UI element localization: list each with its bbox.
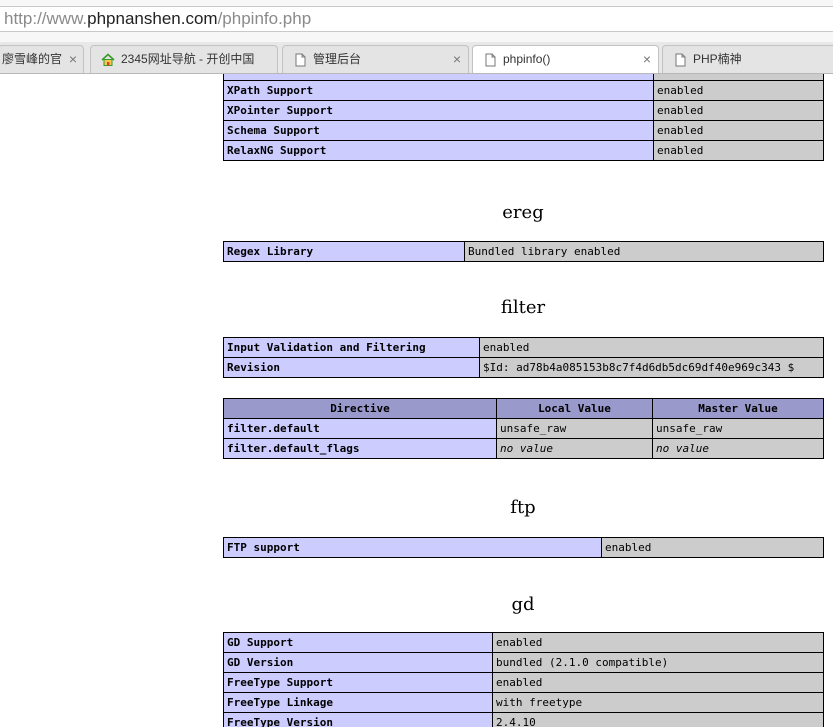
table-row: Revision $Id: ad78b4a085153b8c7f4d6db5dc6…: [223, 357, 824, 378]
table-row: Regex Library Bundled library enabled: [223, 241, 824, 262]
tab-label: PHP楠神: [693, 52, 742, 66]
filter-table: Input Validation and Filtering enabled Re…: [223, 337, 824, 378]
address-bar-area: http://www.phpnanshen.com/phpinfo.php: [0, 0, 833, 42]
page-icon: [485, 53, 496, 67]
table-row: GD Version bundled (2.1.0 compatible): [223, 652, 824, 673]
table-row: XPointer Support enabled: [223, 100, 824, 121]
table-row: RelaxNG Support enabled: [223, 140, 824, 161]
column-header: Local Value: [496, 398, 653, 419]
ereg-table: Regex Library Bundled library enabled: [223, 241, 824, 262]
tab-php-nanshen[interactable]: PHP楠神: [662, 45, 833, 73]
section-title-ereg: ereg: [502, 202, 544, 223]
gd-table: GD Support enabled GD Version bundled (2.1…: [223, 632, 824, 727]
page-icon: [295, 53, 306, 67]
table-row: XPath Support enabled: [223, 80, 824, 101]
tab-2345[interactable]: 2345网址导航 - 开创中国: [90, 45, 278, 73]
table-row: FreeType Linkage with freetype: [223, 692, 824, 713]
tab-label: 2345网址导航 - 开创中国: [121, 52, 255, 66]
table-row: Schema Support enabled: [223, 120, 824, 141]
close-tab-icon[interactable]: ×: [69, 46, 77, 73]
libxml-table: XPath Support enabled XPointer Support ena…: [223, 74, 824, 161]
tab-label: 管理后台: [313, 52, 362, 66]
filter-directives-table: Directive Local Value Master Value filte…: [223, 398, 824, 459]
column-header: Master Value: [652, 398, 824, 419]
table-row: FreeType Support enabled: [223, 672, 824, 693]
tab-liaoxuefeng[interactable]: 廖雪峰的官 ×: [0, 45, 84, 73]
table-row: filter.default unsafe_raw unsafe_raw: [223, 418, 824, 439]
section-title-ftp: ftp: [510, 497, 536, 518]
url-scheme: http://www.: [4, 9, 88, 28]
url-input[interactable]: http://www.phpnanshen.com/phpinfo.php: [0, 6, 833, 32]
table-row: FreeType Version 2.4.10: [223, 712, 824, 727]
table-row: filter.default_flags no value no value: [223, 438, 824, 459]
tab-label: 廖雪峰的官: [2, 52, 63, 66]
close-tab-icon[interactable]: ×: [453, 46, 461, 73]
ftp-table: FTP support enabled: [223, 537, 824, 558]
table-row: FTP support enabled: [223, 537, 824, 558]
table-row: Input Validation and Filtering enabled: [223, 337, 824, 358]
url-path: /phpinfo.php: [217, 9, 312, 28]
table-row: GD Support enabled: [223, 632, 824, 653]
page-icon: [675, 53, 686, 67]
tab-admin[interactable]: 管理后台 ×: [282, 45, 469, 73]
section-title-gd: gd: [511, 594, 535, 615]
house-icon: [101, 53, 115, 66]
url-host: phpnanshen.com: [87, 9, 218, 28]
close-tab-icon[interactable]: ×: [643, 46, 651, 73]
column-header: Directive: [223, 398, 497, 419]
tab-strip: 廖雪峰的官 × 2345网址导航 - 开创中国 管理后台 × phpinfo()…: [0, 42, 833, 74]
tab-label: phpinfo(): [503, 52, 551, 66]
section-title-filter: filter: [500, 297, 546, 318]
page-content[interactable]: XPath Support enabled XPointer Support ena…: [0, 74, 833, 727]
table-header-row: Directive Local Value Master Value: [223, 398, 824, 419]
tab-phpinfo[interactable]: phpinfo() ×: [472, 45, 659, 73]
